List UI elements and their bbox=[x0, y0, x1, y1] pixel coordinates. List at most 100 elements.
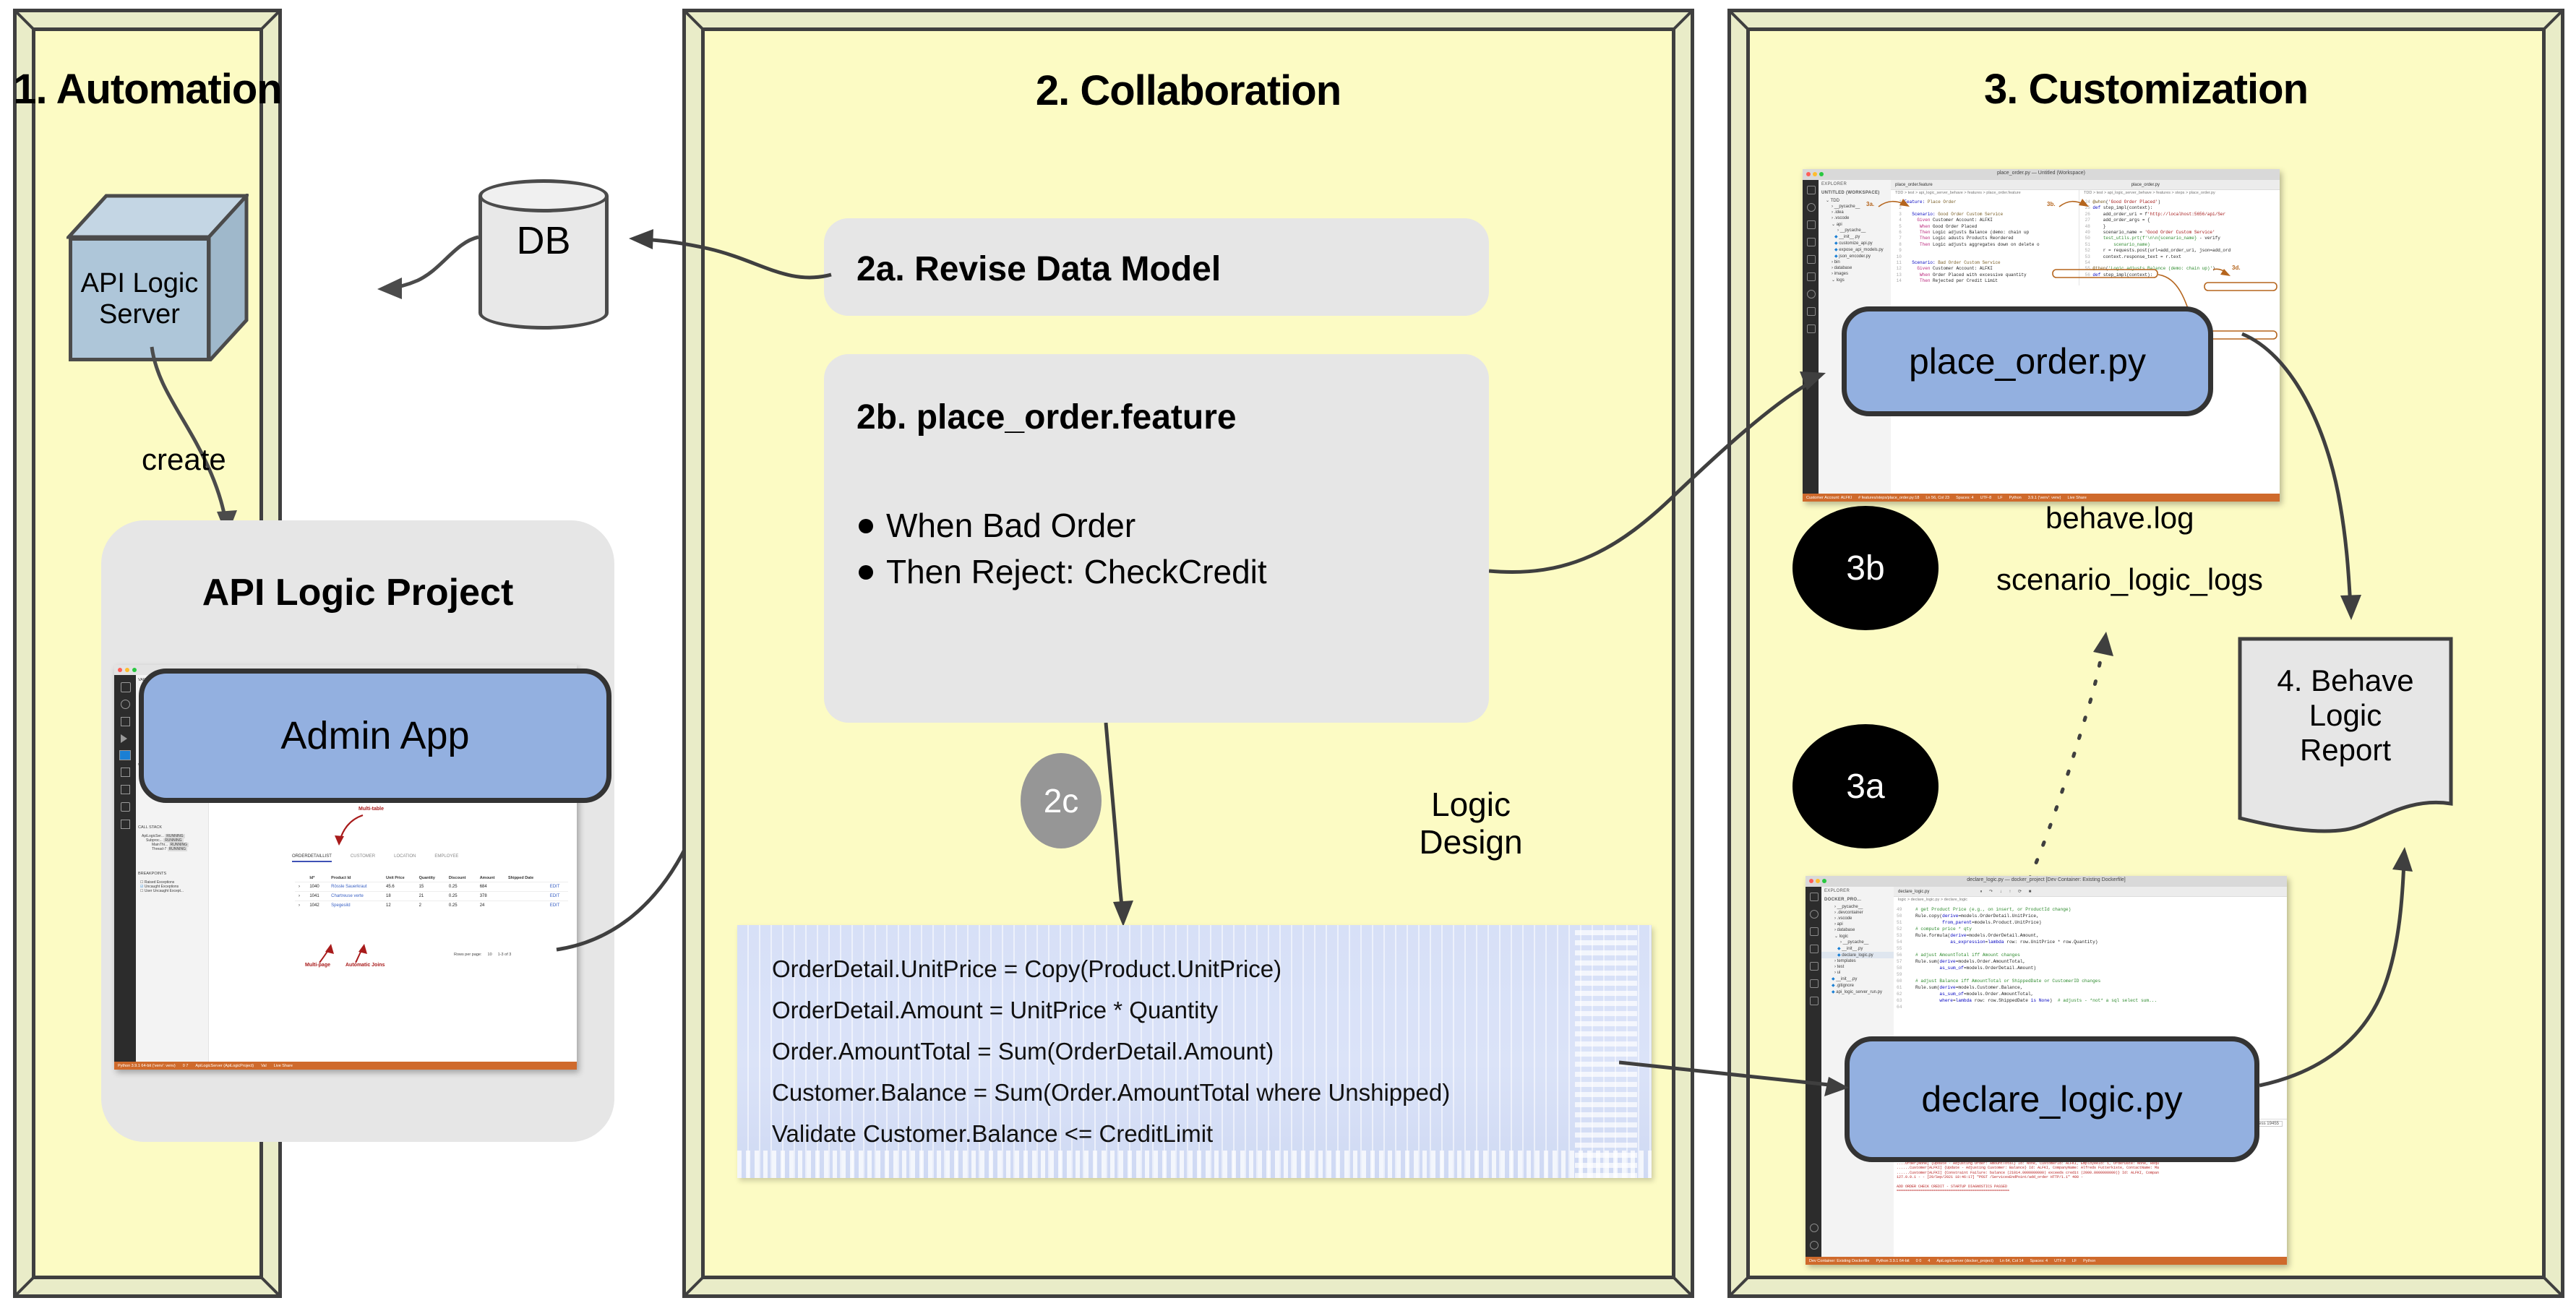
tree-item-selected[interactable]: ◆ declare_logic.py bbox=[1821, 952, 1894, 958]
tree-item[interactable]: ◆ json_encoder.py bbox=[1819, 253, 1891, 259]
tree-item[interactable]: › database bbox=[1819, 265, 1891, 271]
col-shippeddate: Shipped Date bbox=[508, 876, 534, 880]
status-cursor: Ln 56, Col 23 bbox=[1925, 495, 1950, 500]
scenario-logic-logs-label: scenario_logic_logs bbox=[1996, 562, 2263, 596]
testing-icon bbox=[1807, 290, 1816, 298]
annotation-3b: 3b. bbox=[2047, 201, 2056, 207]
behave-log-label: behave.log bbox=[2045, 501, 2194, 535]
tab-declare-logic-py[interactable]: declare_logic.py bbox=[1898, 890, 1929, 894]
col-discount: Discount bbox=[448, 876, 466, 880]
napkin-to-declare-logic-edge bbox=[1619, 1060, 1849, 1096]
status-liveshare: Live Share bbox=[2067, 495, 2087, 500]
tree-item[interactable]: ⌄ logic bbox=[1821, 933, 1894, 940]
tab-customer[interactable]: CUSTOMER bbox=[351, 854, 375, 862]
debug-toolbar[interactable]: ⏸ ↷ ↓ ↑ ⟳ ■ bbox=[1980, 889, 2034, 895]
tab-location[interactable]: LOCATION bbox=[394, 854, 416, 862]
tree-item[interactable]: ◆ expose_api_models.py bbox=[1819, 246, 1891, 253]
badge-2c-label: 2c bbox=[1043, 782, 1079, 820]
col-product: Product Id bbox=[331, 876, 351, 880]
db-to-server-edge bbox=[377, 235, 479, 299]
badge-2c: 2c bbox=[1021, 753, 1102, 848]
tree-item[interactable]: ⌄ api bbox=[1819, 221, 1891, 228]
panel-title-automation: 1. Automation bbox=[13, 66, 283, 113]
rows-per-page-select[interactable]: 10 bbox=[488, 953, 492, 957]
tree-item[interactable]: › .vscode bbox=[1821, 916, 1894, 921]
tree-item[interactable]: › api bbox=[1821, 921, 1894, 927]
order-detail-table: Id* Product Id Unit Price Quantity Disco… bbox=[295, 874, 568, 910]
tree-item[interactable]: › database bbox=[1821, 927, 1894, 933]
tree-item[interactable]: › __pycache__ bbox=[1821, 940, 1894, 945]
status-spaces: Spaces: 4 bbox=[1956, 495, 1974, 500]
status-file-ref: # features/steps/place_order.py:18 bbox=[1858, 495, 1920, 500]
tab-place-order-py[interactable]: place_order.py bbox=[2131, 183, 2160, 187]
tree-item[interactable]: ◆ __init__.py bbox=[1821, 945, 1894, 952]
status-encoding: UTF-8 bbox=[1980, 495, 1992, 500]
badge-3b-label: 3b bbox=[1846, 549, 1885, 588]
status-server: ApiLogicServer (ApiLogicProject) bbox=[195, 1063, 254, 1068]
callstack-row: Thread-7 RUNNING bbox=[152, 847, 188, 851]
tree-item[interactable]: ◆ api_logic_server_run.py bbox=[1821, 989, 1894, 995]
annotation-arrows-bottom bbox=[319, 944, 367, 963]
tab-employee[interactable]: EMPLOYEE bbox=[434, 854, 458, 862]
napkin-rule: OrderDetail.UnitPrice = Copy(Product.Uni… bbox=[772, 955, 1282, 982]
tree-item[interactable]: › __pycache__ bbox=[1819, 204, 1891, 210]
bullet-dot bbox=[859, 519, 873, 533]
admin-status-bar: Python 3.9.1 64-bit ('venv': venv) 0 7 A… bbox=[114, 1062, 577, 1070]
tab-place-order-feature[interactable]: place_order.feature bbox=[1895, 183, 1933, 187]
status-val: Val bbox=[261, 1063, 267, 1068]
annotation-3d: 3d. bbox=[2232, 265, 2241, 271]
badge-3b: 3b bbox=[1793, 506, 1939, 630]
docker-icon bbox=[1807, 307, 1816, 316]
tree-item[interactable]: › __pycache__ bbox=[1819, 228, 1891, 233]
tree-item[interactable]: › test bbox=[1821, 964, 1894, 970]
behave-logic-report-label: 4. Behave Logic Report bbox=[2277, 663, 2414, 767]
tree-item[interactable]: › templates bbox=[1821, 958, 1894, 964]
workspace-name: DOCKER_PRO... bbox=[1824, 898, 1862, 902]
tree-item[interactable]: › ui bbox=[1821, 970, 1894, 976]
search-icon bbox=[1810, 910, 1819, 919]
explorer-title: EXPLORER bbox=[1824, 889, 1850, 893]
tree-item[interactable]: › bin bbox=[1819, 259, 1891, 265]
tree-item[interactable]: ◆ __init__.py bbox=[1819, 233, 1891, 240]
tree-item[interactable]: › .vscode bbox=[1819, 215, 1891, 221]
tree-item[interactable]: ⌄ logs bbox=[1819, 277, 1891, 283]
card-2b-bullet-list: When Bad Order Then Reject: CheckCredit bbox=[859, 506, 1495, 591]
tree-item[interactable]: ◆ __init__.py bbox=[1821, 976, 1894, 982]
explorer-title: EXPLORER bbox=[1821, 182, 1847, 186]
tree-item[interactable]: ⌄ TDD bbox=[1819, 197, 1891, 204]
page-range: 1-3 of 3 bbox=[497, 953, 512, 957]
tree-item[interactable]: › .devcontainer bbox=[1821, 910, 1894, 916]
col-amount: Amount bbox=[479, 876, 495, 880]
debug-section-callstack: CALL STACK bbox=[138, 825, 163, 830]
status-eol: LF bbox=[2071, 1258, 2077, 1263]
admin-detail-tabs[interactable]: ORDERDETAILLIST CUSTOMER LOCATION EMPLOY… bbox=[292, 854, 458, 862]
status-spaces: Spaces: 4 bbox=[2030, 1258, 2048, 1263]
table-row[interactable]: › 1042 Spegesild 12 2 0.25 24 EDIT bbox=[295, 900, 568, 910]
breakpoint-item[interactable]: ☐ User Uncaught Except... bbox=[140, 889, 184, 893]
table-row[interactable]: › 1040 Rössle Sauerkraut 45.6 15 0.25 68… bbox=[295, 882, 568, 892]
tree-item[interactable]: › __pycache__ bbox=[1821, 904, 1894, 910]
editor-tabs[interactable]: place_order.feature place_order.py bbox=[1891, 180, 2280, 190]
extensions-icon bbox=[1810, 962, 1819, 971]
testing-icon bbox=[1810, 997, 1819, 1005]
status-problems: 0 0 bbox=[1915, 1258, 1922, 1263]
revise-data-model-to-db-edge bbox=[629, 229, 832, 280]
rows-per-page-label: Rows per page: bbox=[454, 953, 482, 957]
admin-app-callout: Admin App bbox=[139, 669, 611, 803]
editor-tabs[interactable]: declare_logic.py ⏸ ↷ ↓ ↑ ⟳ ■ bbox=[1894, 887, 2287, 897]
tree-item[interactable]: ◆ customize_api.py bbox=[1819, 240, 1891, 246]
tree-item[interactable]: ◆ .gitignore bbox=[1821, 982, 1894, 989]
debug-section-breakpoints: BREAKPOINTS bbox=[138, 872, 167, 876]
place-order-status-bar: Customer Account: ALFKI # features/steps… bbox=[1803, 494, 2280, 502]
declare-logic-status-bar: Dev Container: Existing Dockerfile Pytho… bbox=[1806, 1257, 2287, 1265]
declare-logic-code: 49 # get Product Price (e.g., on insert,… bbox=[1897, 907, 2158, 1010]
table-row[interactable]: › 1041 Chartreuse verte 18 21 0.25 378 E… bbox=[295, 891, 568, 901]
logic-design-label: Logic Design bbox=[1419, 786, 1523, 861]
status-cursor: Ln 64, Col 14 bbox=[1999, 1258, 2024, 1263]
table-header-row: Id* Product Id Unit Price Quantity Disco… bbox=[295, 874, 568, 882]
tree-item[interactable]: › .idea bbox=[1819, 210, 1891, 215]
tab-orderdetaillist[interactable]: ORDERDETAILLIST bbox=[292, 854, 332, 862]
tree-item[interactable]: › images bbox=[1819, 271, 1891, 277]
status-server: ApiLogicServer (docker_project) bbox=[1936, 1258, 1993, 1263]
napkin-rule: Validate Customer.Balance <= CreditLimit bbox=[772, 1120, 1214, 1147]
